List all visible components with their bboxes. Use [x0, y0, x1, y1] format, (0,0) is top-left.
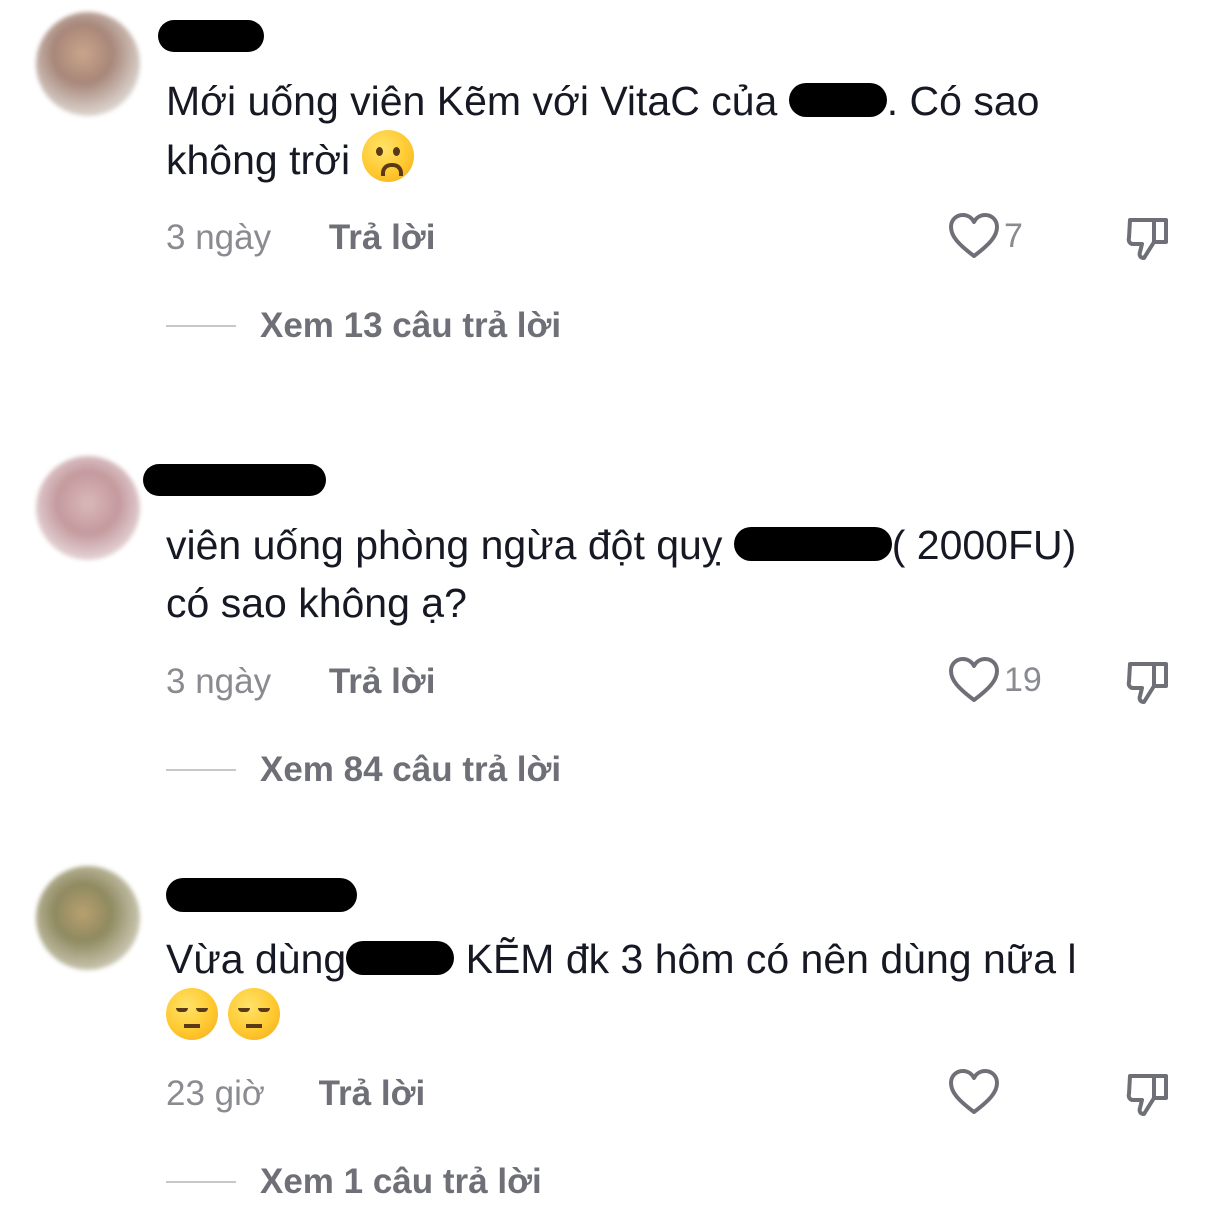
username-redaction[interactable] [158, 20, 264, 52]
username-redaction[interactable] [166, 878, 357, 912]
heart-icon [949, 1069, 999, 1114]
view-replies-label: Xem 13 câu trả lời [260, 306, 562, 345]
comment-text-part: . Có sao [886, 78, 1040, 124]
comment-text-part: viên uống phòng ngừa đột quỵ [166, 522, 734, 568]
dislike-button[interactable] [1124, 214, 1172, 267]
comment-time: 23 giờ [166, 1074, 265, 1113]
comment-text-part: KẼM đk 3 hôm có nên dùng nữa l [454, 936, 1077, 982]
view-replies-button[interactable]: Xem 84 câu trả lời [166, 750, 561, 790]
reply-button[interactable]: Trả lời [329, 662, 436, 702]
dislike-button[interactable] [1124, 1070, 1172, 1123]
heart-icon [949, 657, 999, 702]
comment-text: Mới uống viên Kẽm với VitaC của . Có sao… [166, 72, 1186, 189]
comment-text: Vừa dùng KẼM đk 3 hôm có nên dùng nữa l [166, 930, 1186, 1047]
reply-button[interactable]: Trả lời [319, 1074, 426, 1114]
like-button[interactable] [948, 1068, 1004, 1116]
view-replies-button[interactable]: Xem 13 câu trả lời [166, 306, 561, 346]
thumbs-down-icon [1126, 1074, 1168, 1116]
redaction-inline [346, 941, 455, 975]
unamused-face-icon [228, 988, 280, 1040]
view-replies-label: Xem 84 câu trả lời [260, 750, 562, 789]
avatar[interactable] [36, 12, 140, 116]
redaction-inline [788, 83, 887, 117]
like-count: 19 [1004, 660, 1042, 699]
comment-time: 3 ngày [166, 218, 272, 257]
thumbs-down-icon [1126, 218, 1168, 260]
divider-line [166, 769, 236, 771]
avatar[interactable] [36, 866, 140, 970]
comment-meta: 3 ngày Trả lời [166, 218, 435, 258]
redaction-inline [733, 527, 892, 561]
dislike-button[interactable] [1124, 658, 1172, 711]
view-replies-label: Xem 1 câu trả lời [260, 1162, 542, 1201]
comment-3: Vừa dùng KẼM đk 3 hôm có nên dùng nữa l … [0, 850, 1218, 1218]
anxious-face-icon [361, 130, 414, 182]
like-button[interactable]: 19 [948, 656, 1042, 704]
comment-meta: 23 giờ Trả lời [166, 1074, 425, 1114]
comment-meta: 3 ngày Trả lời [166, 662, 435, 702]
comment-text: viên uống phòng ngừa đột quỵ ( 2000FU) c… [166, 516, 1186, 632]
heart-icon [949, 213, 999, 258]
comment-text-part: Vừa dùng [166, 936, 347, 982]
avatar[interactable] [36, 456, 140, 560]
like-count: 7 [1004, 216, 1023, 255]
unamused-face-icon [166, 988, 218, 1040]
username-redaction[interactable] [143, 464, 326, 496]
reply-button[interactable]: Trả lời [329, 218, 436, 258]
comment-text-part: không trời [166, 137, 351, 183]
comment-text-part: Mới uống viên Kẽm với VitaC của [166, 78, 789, 124]
comment-time: 3 ngày [166, 662, 272, 701]
thumbs-down-icon [1126, 662, 1168, 704]
like-button[interactable]: 7 [948, 212, 1023, 260]
comment-text-part: ( 2000FU) [891, 522, 1077, 568]
comment-1: Mới uống viên Kẽm với VitaC của . Có sao… [0, 0, 1218, 400]
view-replies-button[interactable]: Xem 1 câu trả lời [166, 1162, 542, 1202]
divider-line [166, 1181, 236, 1183]
comment-2: viên uống phòng ngừa đột quỵ ( 2000FU) c… [0, 440, 1218, 820]
comment-text-part: có sao không ạ? [166, 580, 467, 626]
divider-line [166, 325, 236, 327]
